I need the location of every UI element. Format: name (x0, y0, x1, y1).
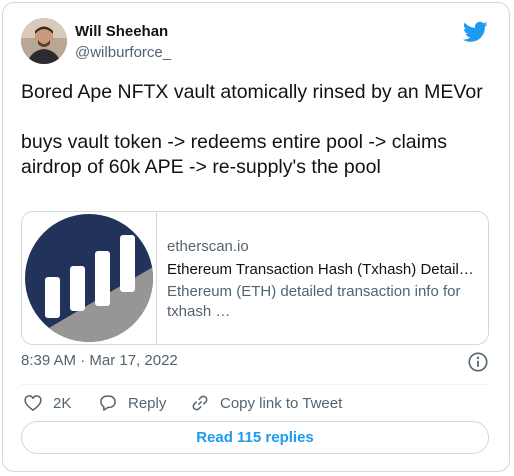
like-button[interactable]: 2K (23, 391, 71, 415)
link-domain: etherscan.io (167, 238, 249, 255)
author-handle[interactable]: @wilburforce_ (75, 44, 171, 61)
tweet-card: Will Sheehan @wilburforce_ Bored Ape NFT… (2, 2, 510, 472)
info-circle-icon[interactable] (467, 351, 489, 373)
heart-icon (24, 395, 42, 411)
link-preview-card[interactable]: etherscan.io Ethereum Transaction Hash (… (21, 211, 489, 345)
like-count: 2K (53, 394, 72, 412)
link-description: Ethereum (ETH) detailed transaction info… (167, 283, 461, 320)
link-icon (192, 395, 208, 411)
copy-link-label: Copy link to Tweet (220, 394, 343, 412)
tweet-paragraph: Bored Ape NFTX vault atomically rinsed b… (21, 81, 483, 103)
reply-button[interactable]: Reply (98, 391, 166, 415)
tweet-timestamp[interactable]: 8:39 AM · Mar 17, 2022 (21, 352, 178, 369)
avatar-image (21, 18, 67, 64)
tweet-paragraph: buys vault token -> redeems entire pool … (21, 131, 447, 178)
reply-label: Reply (128, 394, 167, 412)
read-replies-button[interactable]: Read 115 replies (21, 421, 489, 454)
link-thumbnail (22, 212, 157, 344)
twitter-bird-icon[interactable] (463, 21, 488, 43)
link-title: Ethereum Transaction Hash (Txhash) Detai… (167, 261, 479, 278)
copy-link-button[interactable]: Copy link to Tweet (190, 391, 342, 415)
avatar[interactable] (21, 18, 67, 64)
etherscan-logo-icon (25, 214, 153, 342)
reply-bubble-icon (100, 395, 116, 411)
divider (21, 384, 489, 385)
tweet-text: Bored Ape NFTX vault atomically rinsed b… (21, 80, 501, 180)
author-name[interactable]: Will Sheehan (75, 23, 168, 40)
read-replies-label: Read 115 replies (196, 429, 314, 446)
